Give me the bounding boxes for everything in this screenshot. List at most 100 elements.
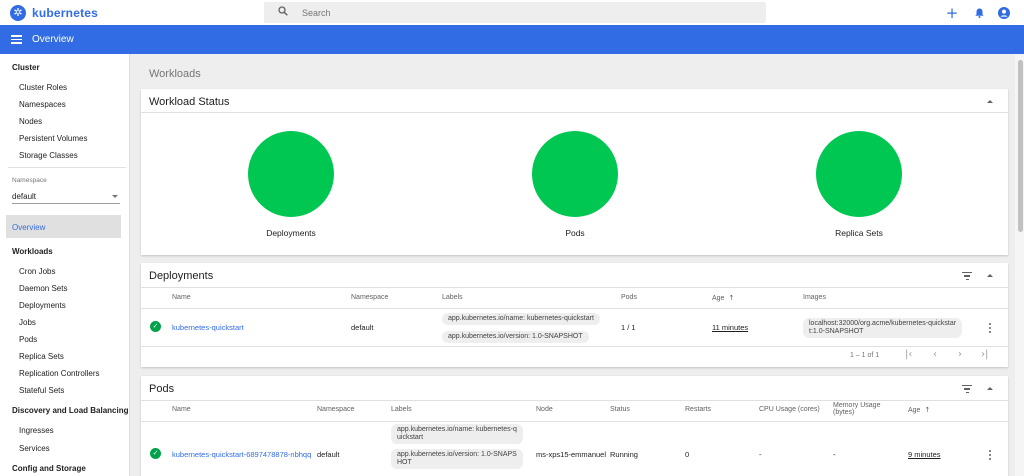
- pods-status-circle[interactable]: [532, 131, 618, 217]
- first-page-icon[interactable]: |‹: [905, 349, 912, 360]
- pod-name-link[interactable]: kubernetes-quickstart-6897478878-nbhqq: [172, 450, 311, 459]
- image-chip: localhost:32000/org.acme/kubernetes-quic…: [803, 318, 963, 338]
- sidebar-item-namespaces[interactable]: Namespaces: [19, 100, 66, 109]
- page-title: Overview: [32, 34, 74, 45]
- helm-wheel-icon: ✲: [10, 4, 26, 21]
- deployment-pods: 1 / 1: [621, 323, 636, 332]
- column-header-namespace[interactable]: Namespace: [351, 294, 388, 301]
- column-header-restarts[interactable]: Restarts: [685, 406, 711, 413]
- sidebar-divider: [8, 167, 126, 168]
- label-chip: app.kubernetes.io/name: kubernetes-q uic…: [391, 424, 523, 444]
- pagination-range: 1 – 1 of 1: [850, 352, 880, 359]
- page-toolbar: Overview: [0, 25, 1024, 54]
- top-actions: +: [933, 0, 1010, 25]
- card-divider: [141, 400, 1008, 401]
- column-header-images[interactable]: Images: [803, 294, 826, 301]
- sidebar-heading-cluster[interactable]: Cluster: [12, 63, 40, 72]
- sidebar-item-replica-sets[interactable]: Replica Sets: [19, 352, 64, 361]
- table-header-divider: [141, 308, 1008, 309]
- hamburger-menu-icon[interactable]: [11, 35, 22, 44]
- pod-namespace: default: [317, 450, 340, 459]
- collapse-chevron-icon[interactable]: [987, 100, 993, 103]
- sidebar-item-stateful-sets[interactable]: Stateful Sets: [19, 386, 64, 395]
- sidebar-item-jobs[interactable]: Jobs: [19, 318, 36, 327]
- deployment-name-link[interactable]: kubernetes-quickstart: [172, 323, 244, 332]
- status-check-icon: ✓: [150, 448, 161, 459]
- account-icon[interactable]: [998, 6, 1010, 19]
- next-page-icon[interactable]: ›: [958, 349, 962, 360]
- status-check-icon: ✓: [150, 321, 161, 332]
- column-header-labels[interactable]: Labels: [391, 406, 412, 413]
- sidebar-item-pods[interactable]: Pods: [19, 335, 37, 344]
- column-header-status[interactable]: Status: [610, 406, 630, 413]
- sidebar-item-storage-classes[interactable]: Storage Classes: [19, 151, 78, 160]
- scrollbar-thumb[interactable]: [1018, 60, 1023, 232]
- deployments-status-circle[interactable]: [248, 131, 334, 217]
- sort-arrow-up-icon: ↑: [728, 294, 735, 302]
- filter-icon[interactable]: [962, 385, 972, 393]
- sidebar-item-daemon-sets[interactable]: Daemon Sets: [19, 284, 67, 293]
- sidebar-heading-workloads[interactable]: Workloads: [12, 247, 53, 256]
- search-input[interactable]: [302, 7, 702, 18]
- sidebar-item-ingresses[interactable]: Ingresses: [19, 426, 54, 435]
- column-header-cpu-usage[interactable]: CPU Usage (cores): [759, 406, 820, 413]
- column-header-memory-usage[interactable]: Memory Usage (bytes): [833, 402, 880, 416]
- label-chip: app.kubernetes.io/version: 1.0-SNAPS HOT: [391, 449, 523, 469]
- card-title-pods: Pods: [149, 383, 175, 395]
- collapse-chevron-icon[interactable]: [987, 274, 993, 277]
- pod-status: Running: [610, 450, 638, 459]
- column-header-age[interactable]: Age ↑: [712, 294, 734, 302]
- label-chip: app.kubernetes.io/version: 1.0-SNAPSHOT: [442, 331, 589, 343]
- deployments-status-label: Deployments: [266, 228, 316, 238]
- pod-node: ms-xps15-emmanuel: [536, 450, 607, 459]
- notifications-bell-icon[interactable]: [971, 5, 987, 21]
- sidebar-heading-config-storage[interactable]: Config and Storage: [12, 464, 86, 473]
- more-actions-icon[interactable]: [989, 450, 992, 462]
- sidebar-item-persistent-volumes[interactable]: Persistent Volumes: [19, 134, 87, 143]
- sidebar-item-services[interactable]: Services: [19, 444, 50, 453]
- card-divider: [141, 112, 1008, 113]
- pod-age[interactable]: 9 minutes: [908, 450, 941, 459]
- sort-arrow-up-icon: ↑: [924, 406, 931, 414]
- column-header-namespace[interactable]: Namespace: [317, 406, 354, 413]
- column-header-pods[interactable]: Pods: [621, 294, 637, 301]
- dropdown-arrow-icon: [112, 194, 118, 198]
- pods-card: Pods Name Namespace Labels Node Status R…: [141, 376, 1008, 476]
- filter-icon[interactable]: [962, 272, 972, 280]
- search-icon: [278, 6, 292, 19]
- column-header-age[interactable]: Age ↑: [908, 406, 930, 414]
- pod-memory-usage: -: [833, 450, 836, 459]
- more-actions-icon[interactable]: [989, 323, 992, 335]
- card-title-deployments: Deployments: [149, 270, 214, 282]
- sidebar-item-nodes[interactable]: Nodes: [19, 117, 42, 126]
- app-name: kubernetes: [32, 5, 99, 20]
- sidebar: Cluster Cluster Roles Namespaces Nodes P…: [0, 54, 130, 476]
- sidebar-item-overview[interactable]: Overview: [6, 215, 121, 238]
- sidebar-item-replication-controllers[interactable]: Replication Controllers: [19, 369, 99, 378]
- replica-sets-status-circle[interactable]: [816, 131, 902, 217]
- sidebar-item-cron-jobs[interactable]: Cron Jobs: [19, 267, 55, 276]
- column-header-labels[interactable]: Labels: [442, 294, 463, 301]
- namespace-selector[interactable]: default: [12, 189, 120, 204]
- previous-page-icon[interactable]: ‹: [933, 349, 937, 360]
- pods-status-label: Pods: [565, 228, 585, 238]
- column-header-name[interactable]: Name: [172, 406, 191, 413]
- table-header-divider: [141, 421, 1008, 422]
- sidebar-item-deployments[interactable]: Deployments: [19, 301, 66, 310]
- card-divider: [141, 287, 1008, 288]
- column-header-name[interactable]: Name: [172, 294, 191, 301]
- deployments-card: Deployments Name Namespace Labels Pods A…: [141, 263, 1008, 367]
- search-bar[interactable]: [264, 2, 766, 23]
- column-header-node[interactable]: Node: [536, 406, 553, 413]
- replica-sets-status-label: Replica Sets: [835, 228, 883, 238]
- sidebar-heading-discovery[interactable]: Discovery and Load Balancing: [12, 406, 128, 415]
- deployment-age[interactable]: 11 minutes: [712, 323, 748, 332]
- namespace-value: default: [12, 191, 37, 201]
- kubernetes-logo[interactable]: ✲ kubernetes: [10, 4, 264, 21]
- sidebar-item-cluster-roles[interactable]: Cluster Roles: [19, 83, 67, 92]
- namespace-label: Namespace: [12, 177, 47, 184]
- collapse-chevron-icon[interactable]: [987, 387, 993, 390]
- create-plus-icon[interactable]: +: [944, 4, 960, 22]
- last-page-icon[interactable]: ›|: [981, 349, 988, 360]
- card-title-workload-status: Workload Status: [149, 96, 230, 108]
